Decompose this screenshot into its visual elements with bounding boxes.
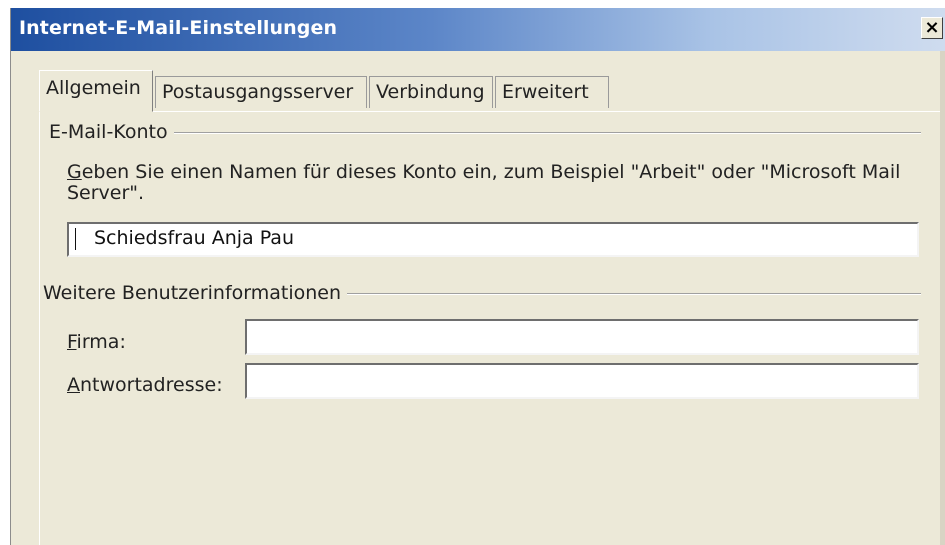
tab-erweitert[interactable]: Erweitert	[495, 76, 609, 108]
description-line2: Server".	[67, 182, 145, 204]
email-settings-dialog: Internet-E-Mail-Einstellungen × Allgemei…	[10, 8, 945, 545]
group-label-account: E-Mail-Konto	[49, 121, 174, 143]
tab-verbindung[interactable]: Verbindung	[369, 76, 493, 108]
close-button[interactable]: ×	[921, 17, 943, 39]
tab-strip: Allgemein Postausgangsserver Verbindung …	[39, 70, 939, 112]
tab-label: Erweitert	[502, 81, 589, 103]
group-divider-account	[51, 132, 921, 134]
tab-label: Verbindung	[376, 81, 485, 103]
account-description: Geben Sie einen Namen für dieses Konto e…	[67, 162, 927, 204]
text-caret	[75, 227, 76, 250]
account-name-input[interactable]: Schiedsfrau Anja Pau	[67, 222, 919, 257]
tab-label: Postausgangsserver	[162, 81, 354, 103]
window-edge	[940, 51, 945, 545]
reply-address-label: Antwortadresse:	[67, 374, 223, 396]
window-title: Internet-E-Mail-Einstellungen	[19, 17, 338, 39]
tab-allgemein[interactable]: Allgemein	[39, 70, 153, 112]
description-line1: eben Sie einen Namen für dieses Konto ei…	[81, 161, 901, 183]
tab-label: Allgemein	[46, 77, 141, 99]
company-label: Firma:	[67, 331, 126, 353]
account-name-value: Schiedsfrau Anja Pau	[94, 227, 294, 249]
company-input[interactable]	[245, 319, 919, 355]
title-bar[interactable]: Internet-E-Mail-Einstellungen ×	[11, 8, 945, 51]
tab-postausgangsserver[interactable]: Postausgangsserver	[155, 76, 367, 108]
reply-address-input[interactable]	[245, 363, 919, 399]
group-label-user-info: Weitere Benutzerinformationen	[43, 282, 348, 304]
description-mnemonic: G	[67, 161, 82, 183]
close-icon: ×	[924, 17, 940, 38]
